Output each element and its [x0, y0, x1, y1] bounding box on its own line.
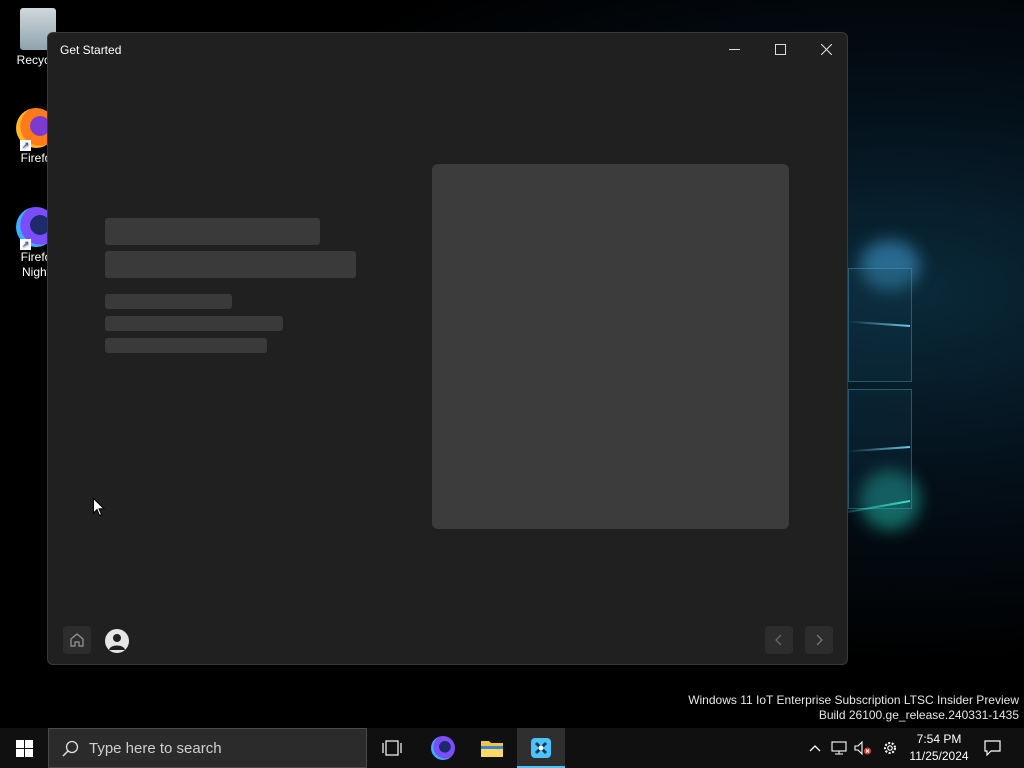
- taskbar-search-box[interactable]: Type here to search: [48, 728, 367, 768]
- minimize-button[interactable]: [711, 33, 757, 65]
- network-tray-button[interactable]: [828, 728, 850, 768]
- previous-button[interactable]: [765, 626, 793, 654]
- chevron-left-icon: [775, 634, 782, 646]
- taskbar-clock[interactable]: 7:54 PM 11/25/2024: [905, 731, 973, 765]
- skeleton-title-line-1: [105, 218, 320, 245]
- skeleton-text-line-3: [105, 338, 267, 353]
- volume-muted-icon: [854, 741, 871, 755]
- get-started-app-icon: [531, 738, 551, 758]
- chevron-up-icon: [809, 745, 821, 752]
- maximize-icon: [774, 43, 786, 55]
- notification-center-button[interactable]: [978, 728, 1006, 768]
- close-button[interactable]: [803, 33, 847, 65]
- taskbar: Type here to search 7:54 PM 11/25/2024: [0, 728, 1024, 768]
- skeleton-text-line-1: [105, 294, 232, 309]
- home-button[interactable]: [63, 626, 91, 654]
- home-icon: [70, 633, 84, 647]
- network-icon: [831, 741, 847, 755]
- skeleton-text-line-2: [105, 316, 283, 331]
- person-icon: [109, 634, 125, 650]
- shortcut-arrow-icon: ↗: [20, 239, 31, 250]
- firefox-nightly-icon: [431, 736, 455, 760]
- minimize-icon: [728, 48, 740, 50]
- get-started-window: Get Started: [47, 32, 848, 665]
- os-build-watermark: Windows 11 IoT Enterprise Subscription L…: [688, 693, 1019, 723]
- skeleton-hero-image: [432, 164, 789, 529]
- gear-icon: [884, 742, 896, 754]
- close-icon: [820, 43, 832, 55]
- show-hidden-icons-button[interactable]: [804, 728, 826, 768]
- account-avatar-button[interactable]: [105, 629, 129, 653]
- watermark-edition: Windows 11 IoT Enterprise Subscription L…: [688, 693, 1019, 707]
- clock-date: 11/25/2024: [909, 749, 969, 763]
- shortcut-arrow-icon: ↗: [20, 140, 31, 151]
- watermark-build: Build 26100.ge_release.240331-1435: [818, 708, 1019, 722]
- folder-icon: [481, 741, 503, 757]
- notification-icon: [983, 740, 1001, 756]
- taskbar-get-started-app[interactable]: [517, 728, 565, 768]
- volume-tray-button[interactable]: [852, 728, 874, 768]
- window-titlebar[interactable]: Get Started: [48, 33, 847, 65]
- settings-tray-button[interactable]: [878, 728, 902, 768]
- taskbar-firefox-nightly[interactable]: [419, 728, 467, 768]
- maximize-button[interactable]: [757, 33, 803, 65]
- windows-logo-icon: [15, 739, 33, 757]
- next-button[interactable]: [805, 626, 833, 654]
- taskbar-file-explorer[interactable]: [468, 728, 516, 768]
- task-view-icon: [382, 740, 402, 756]
- window-title: Get Started: [60, 43, 122, 57]
- skeleton-title-line-2: [105, 251, 356, 278]
- start-button[interactable]: [0, 728, 48, 768]
- mouse-cursor-icon: [93, 498, 105, 517]
- chevron-right-icon: [816, 634, 823, 646]
- search-placeholder: Type here to search: [89, 739, 222, 757]
- search-icon: [62, 740, 79, 757]
- clock-time: 7:54 PM: [916, 732, 962, 746]
- task-view-button[interactable]: [368, 728, 416, 768]
